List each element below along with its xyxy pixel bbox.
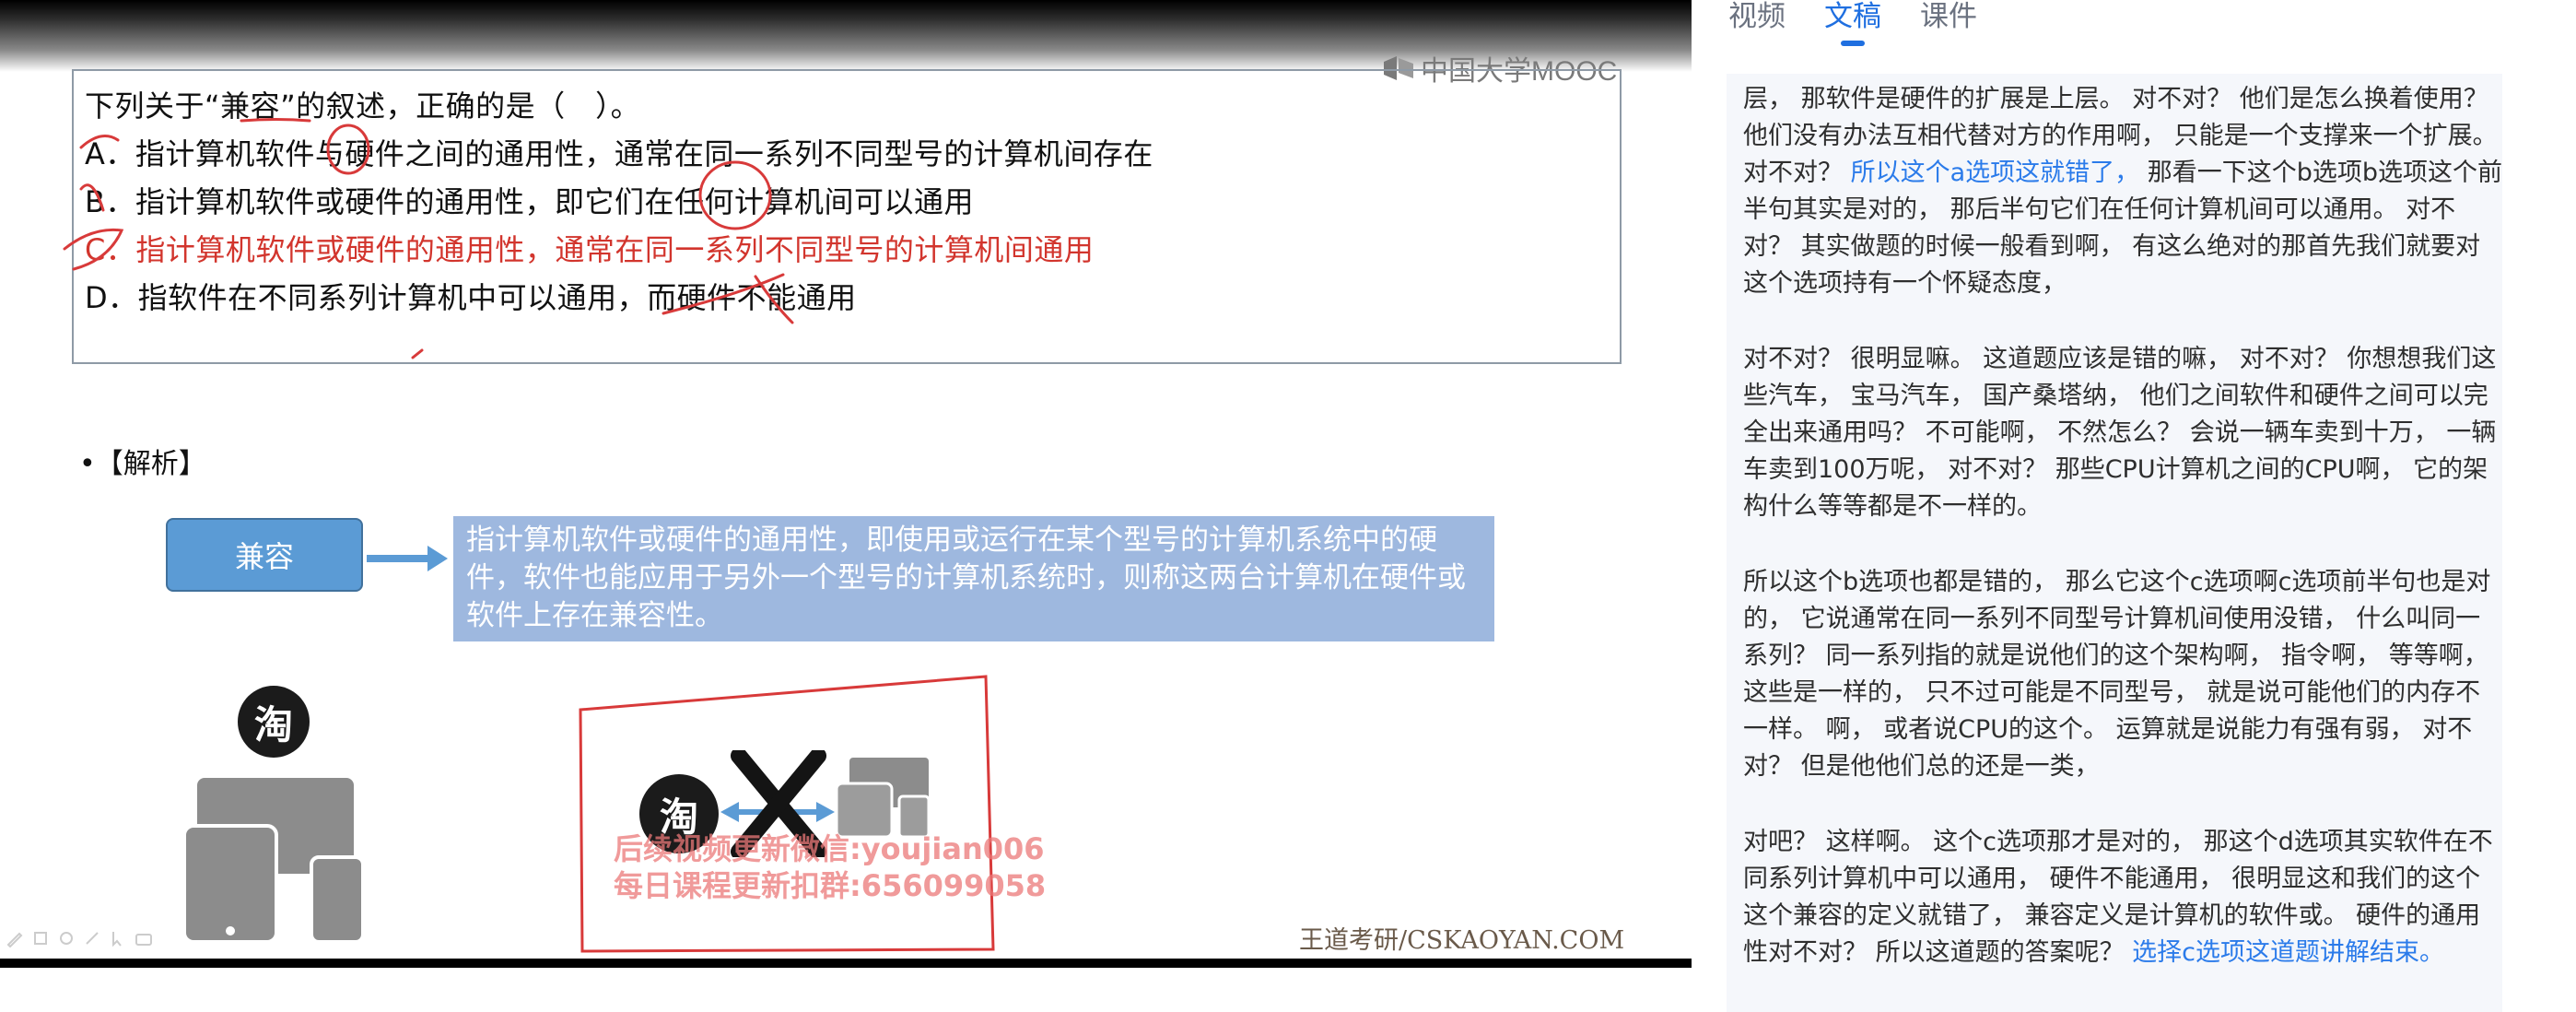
definition-box: 指计算机软件或硬件的通用性，即使用或运行在某个型号的计算机系统中的硬件，软件也能…	[453, 516, 1494, 641]
paragraph-text: 对不对？ 很明显嘛。 这道题应该是错的嘛， 对不对？ 你想想我们这些汽车， 宝马…	[1743, 345, 2497, 521]
taobao-glyph: 淘	[253, 701, 293, 747]
devices-icon	[184, 778, 365, 944]
tab-transcript-label: 文稿	[1824, 0, 1881, 33]
highlighted-sentence[interactable]: 所以这个a选项这就错了，	[1851, 159, 2140, 187]
video-player[interactable]: 中国大学MOOC 下列关于“兼容”的叙述，正确的是（ ）。 A．指计算机软件与硬…	[0, 0, 1692, 968]
taobao-icon: 淘	[238, 686, 310, 758]
tab-transcript[interactable]: 文稿	[1824, 0, 1881, 48]
highlighter-icon[interactable]	[31, 929, 50, 947]
definition-text: 指计算机软件或硬件的通用性，即使用或运行在某个型号的计算机系统中的硬件，软件也能…	[466, 524, 1466, 632]
transcript-paragraph-2: 对不对？ 很明显嘛。 这道题应该是错的嘛， 对不对？ 你想想我们这些汽车， 宝马…	[1727, 341, 2502, 525]
transcript-panel[interactable]: 层， 那软件是硬件的扩展是上层。 对不对？ 他们是怎么换着使用？ 他们没有办法互…	[1727, 74, 2502, 1012]
watermark-line2: 每日课程更新扣群:656099058	[614, 868, 1047, 903]
active-tab-indicator	[1841, 41, 1865, 46]
below-video-area	[0, 970, 1692, 1012]
side-tabs: 视频 文稿 课件	[1728, 0, 1977, 48]
pencil-icon[interactable]	[83, 929, 101, 947]
pointer-icon[interactable]	[109, 929, 127, 947]
side-panel: 视频 文稿 课件 层， 那软件是硬件的扩展是上层。 对不对？ 他们是怎么换着使用…	[1692, 0, 2576, 1012]
concept-label: 兼容	[234, 539, 294, 574]
video-bottom-bar	[0, 959, 1692, 968]
source-credit: 王道考研/CSKAOYAN.COM	[1299, 926, 1625, 955]
camera-icon[interactable]	[135, 929, 153, 947]
tab-video-label: 视频	[1728, 0, 1786, 33]
analysis-title: •【解析】	[79, 448, 206, 480]
tab-courseware-label: 课件	[1920, 0, 1977, 33]
pen-icon[interactable]	[6, 929, 24, 948]
tab-video[interactable]: 视频	[1728, 0, 1786, 48]
concept-box: 兼容	[166, 518, 363, 592]
arrow-icon	[367, 546, 448, 571]
transcript-paragraph-1: 层， 那软件是硬件的扩展是上层。 对不对？ 他们是怎么换着使用？ 他们没有办法互…	[1727, 81, 2502, 302]
transcript-paragraph-3: 所以这个b选项也都是错的， 那么它这个c选项啊c选项前半句也是对的， 它说通常在…	[1727, 564, 2502, 785]
eraser-icon[interactable]	[57, 929, 76, 947]
annotation-toolbar	[6, 929, 153, 948]
tab-courseware[interactable]: 课件	[1920, 0, 1977, 48]
paragraph-text: 所以这个b选项也都是错的， 那么它这个c选项啊c选项前半句也是对的， 它说通常在…	[1743, 568, 2491, 781]
transcript-paragraph-4: 对吧？ 这样啊。 这个c选项那才是对的， 那这个d选项其实软件在不同系列计算机中…	[1727, 824, 2502, 971]
highlighted-sentence[interactable]: 选择c选项这道题讲解结束。	[2132, 938, 2444, 967]
